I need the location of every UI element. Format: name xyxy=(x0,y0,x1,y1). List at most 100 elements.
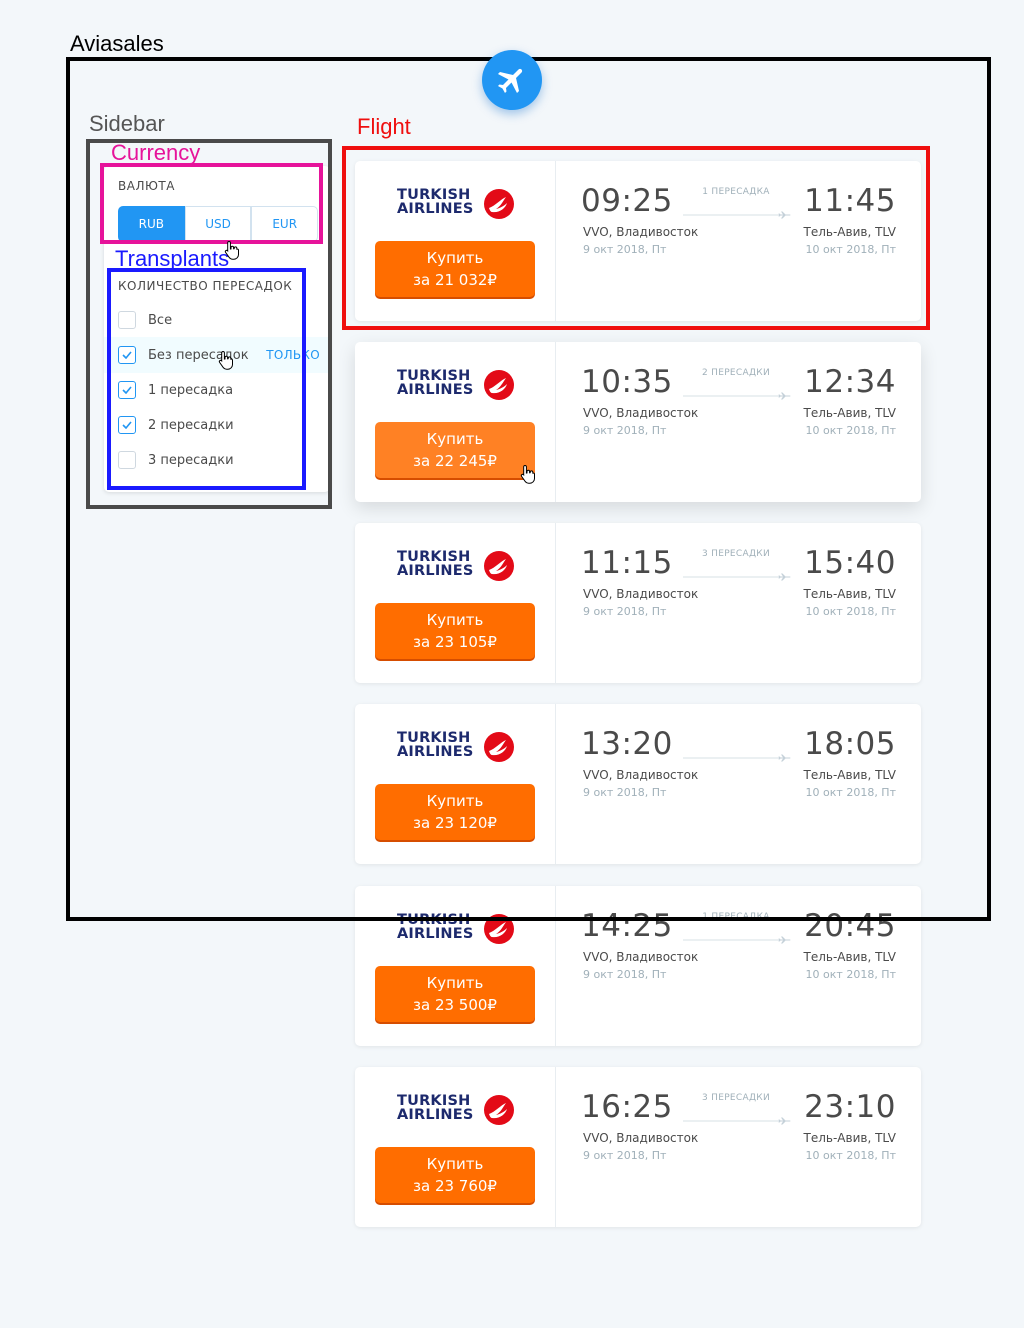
arrival-date: 10 окт 2018, Пт xyxy=(805,1149,896,1162)
annotation-label-aviasales: Aviasales xyxy=(70,31,164,56)
arrival-time: 11:45 xyxy=(804,183,896,219)
airplane-icon xyxy=(778,211,791,219)
airline-name-line2: AIRLINES xyxy=(397,744,474,760)
buy-button-price: за 23 120₽ xyxy=(413,814,497,832)
airline-name-line1: TURKISH xyxy=(397,730,471,746)
flight-card: TURKISH AIRLINES Купить за 23 105₽ 11:15 15:4… xyxy=(355,523,921,683)
checkmark-icon xyxy=(122,421,132,429)
airline-logo: TURKISH AIRLINES xyxy=(397,731,517,763)
currency-button-usd[interactable]: USD xyxy=(184,206,252,242)
airline-name-line1: TURKISH xyxy=(397,187,471,203)
arrival-city: Тель-Авив, TLV xyxy=(803,1131,896,1145)
buy-button-label: Купить xyxy=(426,1155,484,1173)
buy-button[interactable]: Купить за 22 245₽ xyxy=(375,422,535,478)
card-airline-section: TURKISH AIRLINES Купить за 23 105₽ xyxy=(355,523,556,683)
departure-time: 09:25 xyxy=(581,183,673,219)
turkish-airlines-tulip-icon xyxy=(482,913,516,949)
airline-name-line2: AIRLINES xyxy=(397,563,474,579)
hand-cursor-icon xyxy=(224,240,239,260)
arrival-time: 18:05 xyxy=(804,726,896,762)
arrival-date: 10 окт 2018, Пт xyxy=(805,243,896,256)
route-line xyxy=(683,1111,793,1125)
currency-title: ВАЛЮТА xyxy=(118,179,175,193)
turkish-airlines-tulip-icon xyxy=(482,188,516,224)
departure-date: 9 окт 2018, Пт xyxy=(583,424,667,437)
transfer-option[interactable]: Все xyxy=(104,302,330,338)
airline-logo: TURKISH AIRLINES xyxy=(397,1094,517,1126)
airplane-icon xyxy=(778,936,791,944)
currency-button-eur[interactable]: EUR xyxy=(251,206,319,242)
currency-button-rub[interactable]: RUB xyxy=(118,206,185,242)
arrival-time: 20:45 xyxy=(804,908,896,944)
buy-button[interactable]: Купить за 23 120₽ xyxy=(375,784,535,840)
route-line xyxy=(683,386,793,400)
stops-count: 3 ПЕРЕСАДКИ xyxy=(701,549,771,559)
departure-city: VVO, Владивосток xyxy=(583,225,699,239)
airplane-icon xyxy=(497,68,523,94)
buy-button[interactable]: Купить за 23 500₽ xyxy=(375,966,535,1022)
departure-city: VVO, Владивосток xyxy=(583,1131,699,1145)
buy-button-label: Купить xyxy=(426,430,484,448)
airplane-icon xyxy=(778,754,791,762)
departure-time: 11:15 xyxy=(581,545,673,581)
transfer-option[interactable]: 2 пересадки xyxy=(104,407,330,443)
card-airline-section: TURKISH AIRLINES Купить за 23 120₽ xyxy=(355,704,556,864)
transfer-option-label: 2 пересадки xyxy=(148,417,234,433)
airline-name-line1: TURKISH xyxy=(397,549,471,565)
buy-button-price: за 23 500₽ xyxy=(413,996,497,1014)
buy-button-label: Купить xyxy=(426,611,484,629)
airplane-icon xyxy=(778,1117,791,1125)
departure-time: 13:20 xyxy=(581,726,673,762)
airline-name: TURKISH AIRLINES xyxy=(397,549,474,579)
buy-button-label: Купить xyxy=(426,792,484,810)
departure-city: VVO, Владивосток xyxy=(583,406,699,420)
airline-name: TURKISH AIRLINES xyxy=(397,912,474,942)
currency-switch: RUB USD EUR xyxy=(118,206,319,242)
buy-button-label: Купить xyxy=(426,974,484,992)
airline-name: TURKISH AIRLINES xyxy=(397,187,474,217)
airline-logo: TURKISH AIRLINES xyxy=(397,369,517,401)
arrival-city: Тель-Авив, TLV xyxy=(803,587,896,601)
departure-city: VVO, Владивосток xyxy=(583,950,699,964)
arrival-city: Тель-Авив, TLV xyxy=(803,225,896,239)
checkbox[interactable] xyxy=(118,451,136,469)
transfers-title: КОЛИЧЕСТВО ПЕРЕСАДОК xyxy=(118,279,293,293)
arrival-time: 23:10 xyxy=(804,1089,896,1125)
departure-city: VVO, Владивосток xyxy=(583,587,699,601)
stops-count: 3 ПЕРЕСАДКИ xyxy=(701,1093,771,1103)
route-line xyxy=(683,205,793,219)
buy-button-price: за 21 032₽ xyxy=(413,271,497,289)
buy-button[interactable]: Купить за 23 760₽ xyxy=(375,1147,535,1203)
transfer-option[interactable]: 3 пересадки xyxy=(104,442,330,478)
airline-name-line1: TURKISH xyxy=(397,912,471,928)
checkmark-icon xyxy=(122,386,132,394)
departure-city: VVO, Владивосток xyxy=(583,768,699,782)
departure-time: 16:25 xyxy=(581,1089,673,1125)
departure-date: 9 окт 2018, Пт xyxy=(583,968,667,981)
checkbox[interactable] xyxy=(118,311,136,329)
airline-name-line1: TURKISH xyxy=(397,1093,471,1109)
buy-button[interactable]: Купить за 23 105₽ xyxy=(375,603,535,659)
annotation-label-transplants: Transplants xyxy=(115,246,230,271)
aviasales-logo[interactable] xyxy=(482,50,542,110)
departure-date: 9 окт 2018, Пт xyxy=(583,605,667,618)
turkish-airlines-tulip-icon xyxy=(482,1094,516,1130)
hand-cursor-icon xyxy=(218,350,233,370)
airline-name-line2: AIRLINES xyxy=(397,201,474,217)
airline-name: TURKISH AIRLINES xyxy=(397,369,474,398)
checkbox[interactable] xyxy=(118,346,136,364)
checkbox[interactable] xyxy=(118,381,136,399)
arrival-date: 10 окт 2018, Пт xyxy=(805,424,896,437)
buy-button-price: за 23 760₽ xyxy=(413,1177,497,1195)
card-airline-section: TURKISH AIRLINES Купить за 23 760₽ xyxy=(355,1067,556,1227)
checkbox[interactable] xyxy=(118,416,136,434)
buy-button[interactable]: Купить за 21 032₽ xyxy=(375,241,535,297)
airline-name-line2: AIRLINES xyxy=(397,1107,474,1123)
arrival-city: Тель-Авив, TLV xyxy=(803,406,896,420)
airline-logo: TURKISH AIRLINES xyxy=(397,913,517,945)
transfer-option[interactable]: 1 пересадка xyxy=(104,372,330,408)
flight-card: TURKISH AIRLINES Купить за 23 500₽ 14:25 20:4… xyxy=(355,886,921,1046)
only-link[interactable]: ТОЛЬКО xyxy=(266,348,320,362)
annotation-label-currency: Currency xyxy=(111,140,201,165)
filters-sidebar: ВАЛЮТА RUB USD EUR КОЛИЧЕСТВО ПЕРЕСАДОК Вс… xyxy=(104,166,330,492)
